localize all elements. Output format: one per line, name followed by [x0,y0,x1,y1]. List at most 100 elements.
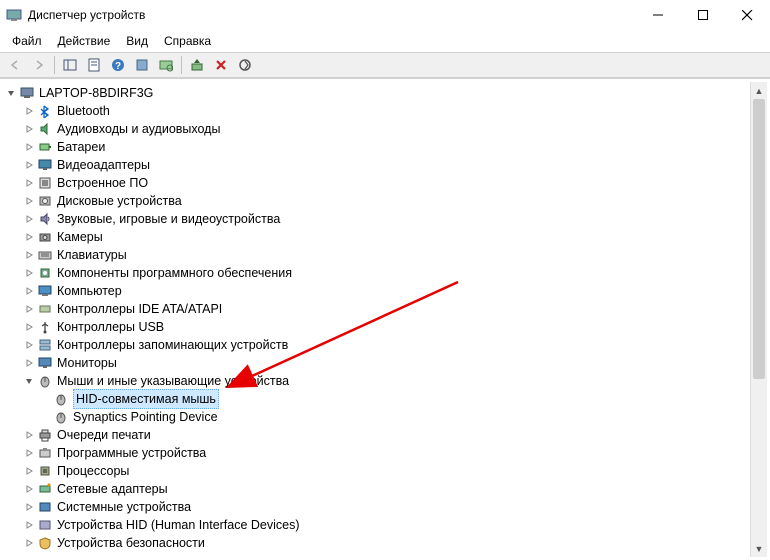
component-icon [37,265,53,281]
expand-toggle[interactable] [23,249,35,261]
show-hide-console-button[interactable] [59,54,81,76]
expand-toggle[interactable] [5,87,17,99]
expand-toggle[interactable] [23,159,35,171]
expand-toggle[interactable] [23,105,35,117]
audio-icon [37,121,53,137]
computer-icon [19,85,35,101]
tree-category[interactable]: Системные устройства [3,498,750,516]
help-button[interactable]: ? [107,54,129,76]
vertical-scrollbar[interactable]: ▲ ▼ [750,82,767,557]
expand-toggle[interactable] [23,357,35,369]
tree-item-label: Батареи [57,138,105,156]
expand-toggle[interactable] [23,483,35,495]
tree-device[interactable]: HID-совместимая мышь [3,390,750,408]
tree-category[interactable]: Процессоры [3,462,750,480]
tree-item-label: Клавиатуры [57,246,127,264]
tree-category[interactable]: Звуковые, игровые и видеоустройства [3,210,750,228]
expand-toggle[interactable] [23,447,35,459]
expand-toggle[interactable] [23,465,35,477]
tree-root-label: LAPTOP-8BDIRF3G [39,84,153,102]
tree-category[interactable]: Контроллеры запоминающих устройств [3,336,750,354]
hid-icon [37,517,53,533]
tree-category[interactable]: Дисковые устройства [3,192,750,210]
camera-icon [37,229,53,245]
tree-item-label: Очереди печати [57,426,151,444]
tree-device[interactable]: Synaptics Pointing Device [3,408,750,426]
tree-category[interactable]: Видеоадаптеры [3,156,750,174]
tree-category[interactable]: Контроллеры IDE ATA/ATAPI [3,300,750,318]
tree-category[interactable]: Bluetooth [3,102,750,120]
expand-toggle[interactable] [23,501,35,513]
tree-item-label: Контроллеры IDE ATA/ATAPI [57,300,222,318]
expand-toggle[interactable] [23,195,35,207]
expand-toggle[interactable] [23,303,35,315]
computer-icon [37,283,53,299]
title-bar: Диспетчер устройств [0,0,770,30]
tree-item-label: Bluetooth [57,102,110,120]
tree-category[interactable]: Сетевые адаптеры [3,480,750,498]
action-button[interactable] [131,54,153,76]
tree-category[interactable]: Устройства HID (Human Interface Devices) [3,516,750,534]
tree-category[interactable]: Очереди печати [3,426,750,444]
tree-category[interactable]: Мониторы [3,354,750,372]
window-title: Диспетчер устройств [28,8,635,22]
menu-action[interactable]: Действие [50,32,119,50]
expand-toggle[interactable] [23,141,35,153]
expand-toggle[interactable] [23,177,35,189]
tree-item-label: Контроллеры USB [57,318,164,336]
tree-category[interactable]: Аудиовходы и аудиовыходы [3,120,750,138]
system-icon [37,499,53,515]
back-button [4,54,26,76]
disk-icon [37,193,53,209]
menu-file[interactable]: Файл [4,32,50,50]
expand-toggle[interactable] [23,321,35,333]
tree-category[interactable]: Камеры [3,228,750,246]
update-driver-button[interactable] [186,54,208,76]
tree-root[interactable]: LAPTOP-8BDIRF3G [3,84,750,102]
battery-icon [37,139,53,155]
maximize-button[interactable] [680,0,725,30]
tree-category[interactable]: Устройства безопасности [3,534,750,552]
expand-toggle[interactable] [23,429,35,441]
menu-help[interactable]: Справка [156,32,219,50]
uninstall-button[interactable] [210,54,232,76]
tree-item-label: Компоненты программного обеспечения [57,264,292,282]
window-controls [635,0,770,30]
menu-view[interactable]: Вид [118,32,156,50]
properties-button[interactable] [83,54,105,76]
app-icon [6,7,22,23]
expand-toggle[interactable] [23,231,35,243]
tree-category[interactable]: Батареи [3,138,750,156]
softdev-icon [37,445,53,461]
disable-button[interactable] [234,54,256,76]
scroll-down-button[interactable]: ▼ [751,540,767,557]
expand-toggle[interactable] [23,213,35,225]
expand-toggle[interactable] [23,267,35,279]
usb-icon [37,319,53,335]
expand-toggle[interactable] [23,339,35,351]
tree-category[interactable]: Контроллеры USB [3,318,750,336]
tree-category[interactable]: Компоненты программного обеспечения [3,264,750,282]
tree-category[interactable]: Компьютер [3,282,750,300]
minimize-button[interactable] [635,0,680,30]
device-tree[interactable]: LAPTOP-8BDIRF3GBluetoothАудиовходы и ауд… [3,82,750,554]
expand-toggle[interactable] [23,285,35,297]
expand-toggle[interactable] [23,519,35,531]
scroll-up-button[interactable]: ▲ [751,82,767,99]
scrollbar-thumb[interactable] [753,99,765,379]
tree-category[interactable]: Встроенное ПО [3,174,750,192]
tree-item-label: Мыши и иные указывающие устройства [57,372,289,390]
tree-item-label: Процессоры [57,462,129,480]
expand-toggle[interactable] [23,537,35,549]
expand-toggle[interactable] [23,375,35,387]
tree-category[interactable]: Программные устройства [3,444,750,462]
network-icon [37,481,53,497]
close-button[interactable] [725,0,770,30]
tree-category[interactable]: Клавиатуры [3,246,750,264]
ide-icon [37,301,53,317]
expand-toggle[interactable] [23,123,35,135]
tree-item-label: Устройства безопасности [57,534,205,552]
tree-category-mouse[interactable]: Мыши и иные указывающие устройства [3,372,750,390]
scan-button[interactable] [155,54,177,76]
tree-item-label: Дисковые устройства [57,192,182,210]
